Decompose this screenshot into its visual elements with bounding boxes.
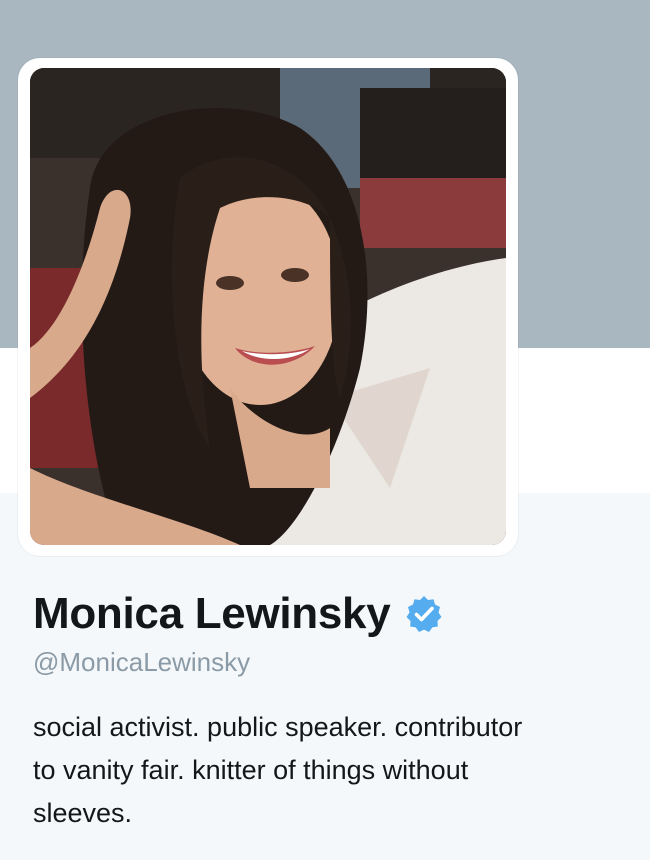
- profile-bio: social activist. public speaker. contrib…: [33, 712, 523, 828]
- profile-name[interactable]: Monica Lewinsky: [33, 589, 391, 639]
- profile-photo: [30, 68, 506, 545]
- avatar[interactable]: [30, 68, 506, 545]
- verified-badge-icon: [404, 594, 444, 634]
- profile-handle[interactable]: @MonicaLewinsky: [33, 647, 250, 678]
- profile-name-row: Monica Lewinsky: [33, 586, 444, 642]
- avatar-frame[interactable]: [18, 58, 518, 556]
